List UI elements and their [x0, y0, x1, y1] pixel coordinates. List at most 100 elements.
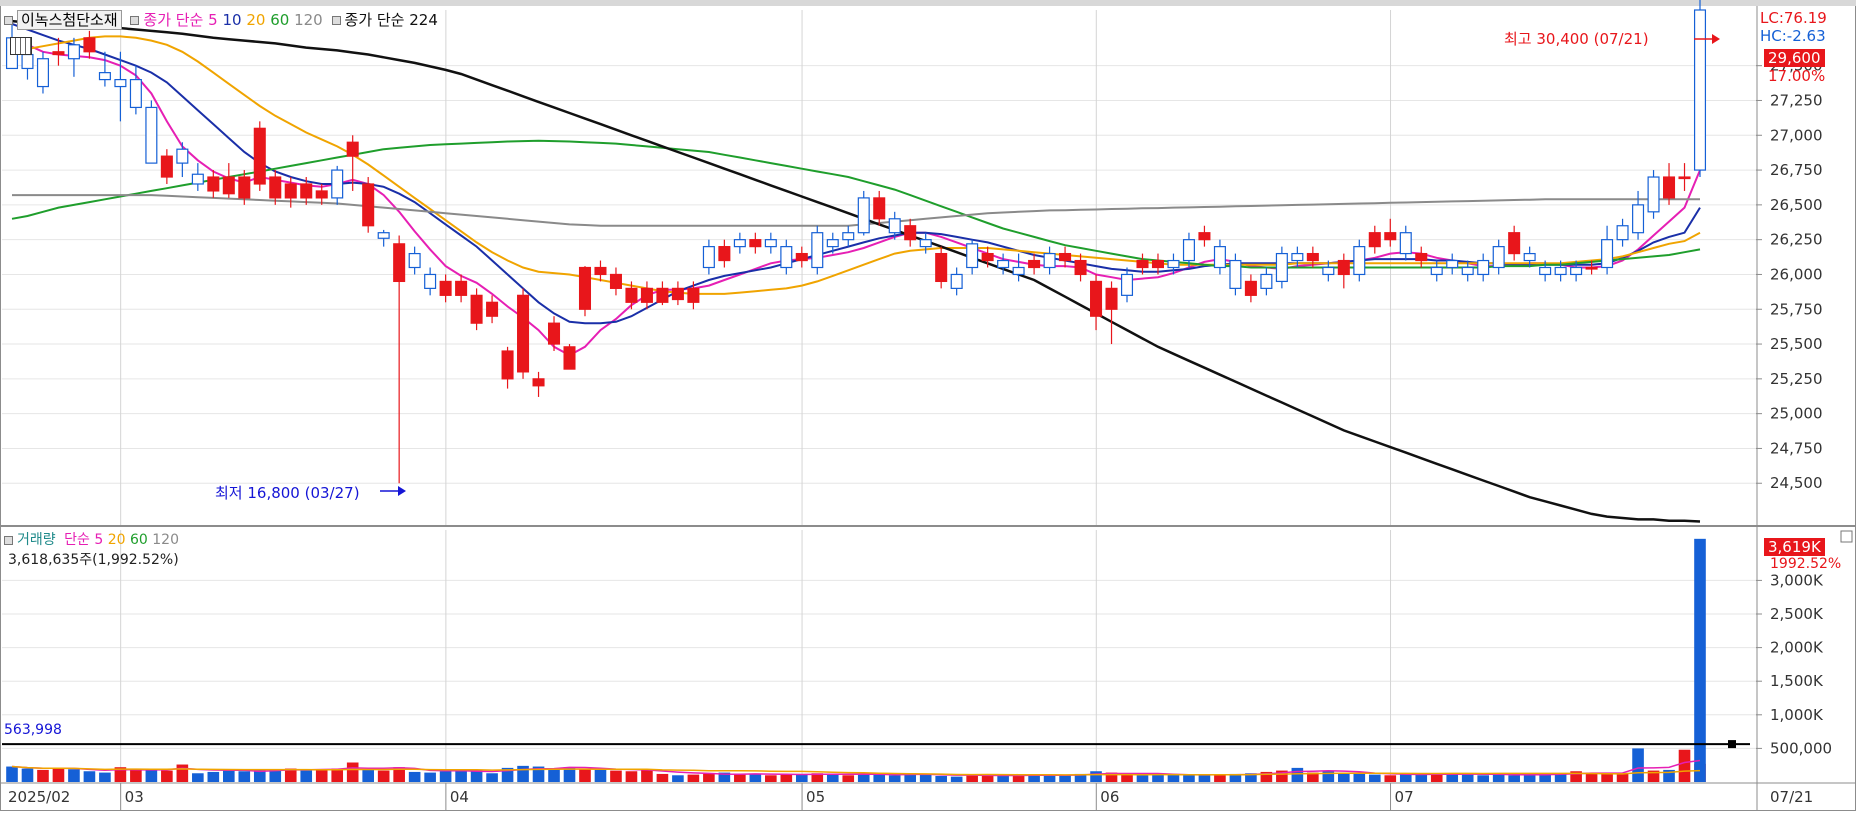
price-tick-label: 24,500	[1770, 474, 1823, 492]
stock-title[interactable]: 이녹스첨단소재	[17, 10, 122, 30]
candle-body	[578, 266, 592, 310]
volume-toggle-icon[interactable]	[4, 535, 13, 545]
volume-bar	[1539, 774, 1551, 782]
panel-toggle-icon[interactable]	[4, 16, 13, 25]
price-tick-label: 26,500	[1770, 196, 1823, 214]
candle-body	[764, 239, 777, 248]
high-note: 최고 30,400 (07/21)	[1504, 30, 1649, 48]
candle-body	[1322, 266, 1335, 276]
volume-bar	[176, 764, 189, 782]
candle-body	[702, 246, 715, 269]
candle-body	[501, 350, 514, 380]
candle-body	[671, 287, 684, 301]
volume-bar	[966, 775, 978, 782]
candle-body	[1678, 176, 1691, 180]
volume-bar	[439, 771, 452, 782]
volume-bar	[888, 775, 901, 782]
vol-ma20-label: 20	[107, 532, 126, 548]
price-tick-label: 25,000	[1770, 405, 1823, 423]
x-tick-label: 2025/02	[8, 788, 70, 806]
candle-body	[935, 252, 948, 283]
ma20-label: 20	[246, 11, 266, 29]
candle-body	[1415, 252, 1428, 262]
volume-last-pct: 1992.52%	[1770, 556, 1842, 572]
x-tick-label: 05	[806, 788, 825, 806]
ma224-toggle-icon[interactable]	[331, 16, 341, 25]
volume-title: 거래량	[17, 532, 56, 548]
volume-bar	[408, 771, 421, 782]
candle-body	[1399, 232, 1412, 255]
volume-bar	[625, 771, 638, 782]
volume-bar	[1601, 773, 1613, 782]
volume-bar	[1415, 774, 1428, 782]
candle-body	[1059, 252, 1072, 262]
last-price-badge: 29,600	[1764, 49, 1825, 67]
volume-bar	[1028, 775, 1040, 782]
candle-body	[826, 239, 839, 248]
candle-body	[1213, 246, 1226, 269]
candle-body	[749, 239, 762, 248]
chart-canvas[interactable]: 27,50027,25027,00026,75026,50026,25026,0…	[0, 0, 1856, 811]
candle-body	[532, 378, 545, 387]
candle-body	[1260, 273, 1273, 289]
candle-body	[966, 243, 979, 269]
volume-bar	[145, 769, 158, 782]
candle-body	[1585, 266, 1598, 270]
candle-body	[547, 322, 561, 345]
price-tick-label: 26,750	[1770, 161, 1823, 179]
volume-bar	[1012, 775, 1025, 782]
candle-body	[888, 218, 901, 234]
ma5-label: 5	[208, 11, 218, 29]
ma224-label: 종가 단순 224	[344, 11, 438, 29]
candle-body	[1647, 176, 1660, 213]
candle-body	[733, 239, 746, 248]
price-tick-label: 26,250	[1770, 231, 1823, 249]
candle-body	[718, 246, 731, 262]
low-note: 최저 16,800 (03/27)	[215, 484, 360, 502]
candle-body	[362, 183, 375, 227]
candle-body	[1028, 259, 1041, 269]
volume-bar	[238, 771, 251, 782]
candle-body	[609, 273, 622, 289]
volume-bar	[377, 770, 390, 782]
high-annotation: 최고 30,400 (07/21)	[1504, 28, 1649, 49]
price-tick-label: 27,250	[1770, 91, 1823, 109]
low-arrow-head	[398, 486, 406, 496]
volume-bar	[1338, 773, 1350, 782]
candle-body	[176, 148, 189, 164]
price-tick-label: 25,500	[1770, 335, 1823, 353]
hc-label: HC:-2.63	[1760, 27, 1826, 45]
volume-bar	[1694, 538, 1706, 782]
candle-body	[160, 155, 173, 178]
price-legend: 이녹스첨단소재 종가 단순 5 10 20 60 120 종가 단순 224	[4, 9, 438, 30]
candle-body	[780, 246, 793, 269]
volume-bar	[470, 770, 483, 782]
price-tick-label: 25,250	[1770, 370, 1823, 388]
volume-bar	[1214, 774, 1226, 782]
candle-body	[1105, 287, 1118, 310]
candle-body	[517, 294, 530, 373]
volume-bar	[486, 773, 498, 782]
volume-bar	[1632, 748, 1644, 782]
volume-bar	[656, 773, 669, 782]
candle-body	[284, 183, 297, 199]
candle-body	[1244, 280, 1257, 296]
candle-body	[1430, 266, 1443, 276]
volume-bar	[331, 768, 344, 782]
candle-body	[1368, 232, 1381, 248]
volume-bar	[1508, 775, 1520, 782]
volume-bar	[346, 762, 359, 782]
volume-bar	[950, 776, 963, 782]
candle-body	[145, 106, 158, 164]
grid-settings-icon[interactable]	[10, 37, 32, 55]
volume-tick-label: 1,000K	[1770, 706, 1824, 724]
volume-bar	[1678, 749, 1691, 782]
candle-body	[904, 225, 917, 241]
candle-body	[1446, 259, 1459, 269]
ma10-label: 10	[222, 11, 242, 29]
ma-toggle-icon[interactable]	[130, 16, 140, 25]
volume-bar	[1492, 774, 1505, 782]
volume-tick-label: 2,500K	[1770, 605, 1824, 623]
volume-bar	[641, 769, 653, 782]
candle-body	[873, 197, 886, 220]
